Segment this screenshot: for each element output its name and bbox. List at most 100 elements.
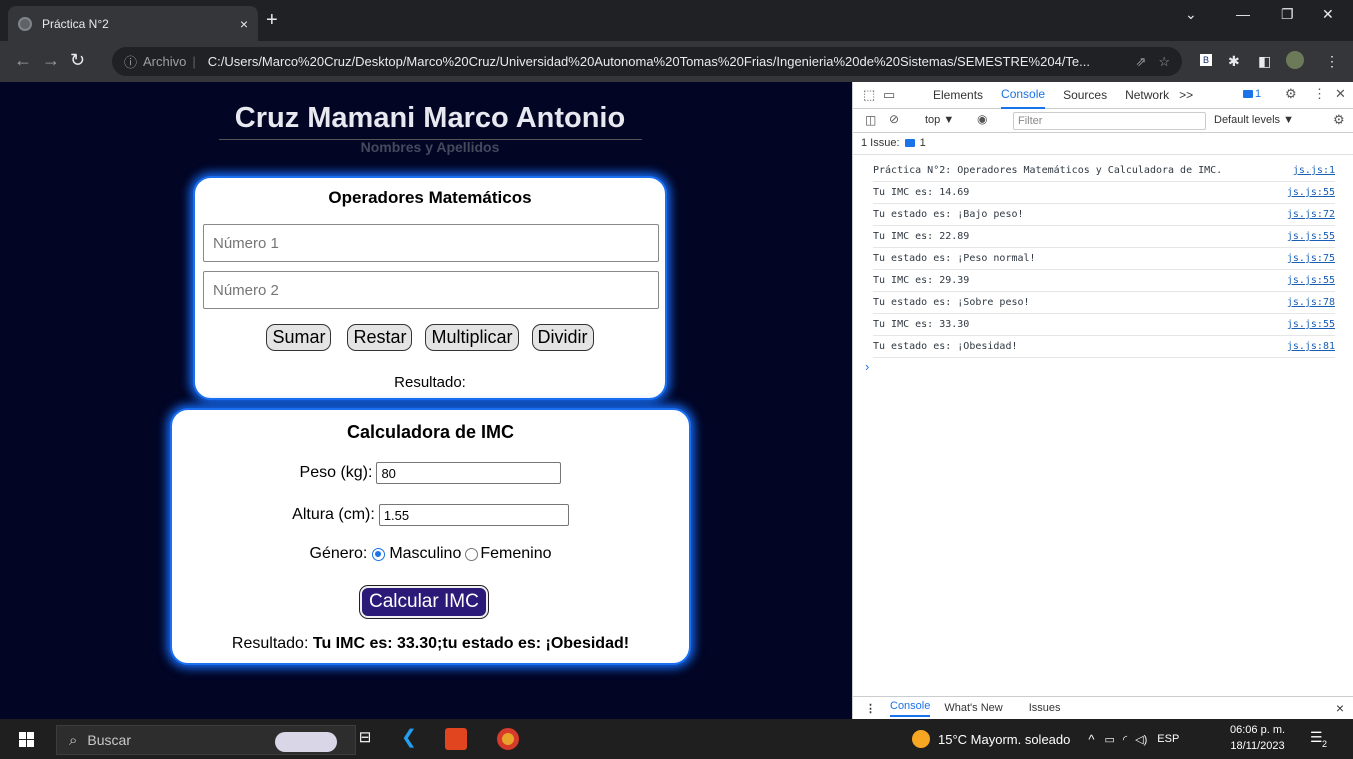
log-source-link[interactable]: js.js:81 xyxy=(1287,341,1335,352)
drawer-tab-whats-new[interactable]: What's New xyxy=(944,702,1002,714)
devtools-tab-console[interactable]: Console xyxy=(1001,81,1046,109)
gender-female-radio[interactable] xyxy=(465,547,479,561)
close-window-icon[interactable]: ✕ xyxy=(1322,6,1334,23)
weight-input[interactable]: 80 xyxy=(376,462,562,484)
share-icon[interactable]: ⇗ xyxy=(1135,54,1146,70)
extension-icon[interactable]: B xyxy=(1200,54,1213,66)
battery-icon[interactable]: ▭ xyxy=(1104,733,1114,746)
subtract-button[interactable]: Restar xyxy=(347,324,413,351)
console-filter-input[interactable]: Filter xyxy=(1013,112,1206,130)
log-source-link[interactable]: js.js:75 xyxy=(1287,253,1335,264)
menu-kebab-icon[interactable]: ⋮ xyxy=(1325,53,1339,70)
windows-taskbar: ⌕ Buscar ⊟ ❮ 15°C Mayorm. soleado ^ ▭ ◜ … xyxy=(0,719,1353,759)
sidebar-toggle-icon[interactable]: ◫ xyxy=(865,113,876,127)
console-settings-icon[interactable]: ⚙ xyxy=(1333,112,1345,128)
vscode-icon[interactable]: ❮ xyxy=(398,726,420,748)
console-log-entry: Tu estado es: ¡Obesidad! js.js:81 xyxy=(873,336,1335,358)
drawer-close-icon[interactable]: × xyxy=(1336,700,1344,716)
devtools-tab-elements[interactable]: Elements xyxy=(933,82,983,108)
weather-text[interactable]: 15°C Mayorm. soleado xyxy=(938,732,1070,747)
gender-female-label: Femenino xyxy=(480,545,552,562)
number2-input[interactable]: Número 2 xyxy=(203,271,659,309)
console-prompt[interactable]: › xyxy=(865,359,869,374)
devtools-menu-icon[interactable]: ⋮ xyxy=(1313,86,1326,102)
windows-start-icon[interactable] xyxy=(19,732,34,747)
weather-icon[interactable] xyxy=(912,730,930,748)
address-bar[interactable]: ⓘ Archivo | C:/Users/Marco%20Cruz/Deskto… xyxy=(112,47,1182,76)
console-log-entry: Tu IMC es: 29.39 js.js:55 xyxy=(873,270,1335,292)
search-icon: ⌕ xyxy=(69,731,78,749)
console-filter-bar: ◫ ⊘ top ▼ ◉ Filter Default levels ▼ ⚙ xyxy=(853,109,1353,133)
notification-icon[interactable]: ☰ xyxy=(1310,729,1323,746)
tab-close-button[interactable]: × xyxy=(240,16,248,32)
device-toolbar-icon[interactable]: ▭ xyxy=(883,87,895,103)
devtools-close-icon[interactable]: ✕ xyxy=(1335,86,1346,102)
gender-male-radio[interactable] xyxy=(372,547,386,561)
console-log-entry: Tu IMC es: 14.69 js.js:55 xyxy=(873,182,1335,204)
imc-result: Resultado: Tu IMC es: 33.30;tu estado es… xyxy=(172,635,689,653)
globe-icon xyxy=(18,16,32,31)
browser-toolbar: ← → ↻ ⓘ Archivo | C:/Users/Marco%20Cruz/… xyxy=(0,41,1353,82)
new-tab-button[interactable]: + xyxy=(266,9,278,32)
task-view-icon[interactable]: ⊟ xyxy=(354,728,376,750)
live-expression-eye-icon[interactable]: ◉ xyxy=(977,112,987,126)
minimize-icon[interactable]: — xyxy=(1236,6,1250,22)
restore-icon[interactable]: ❐ xyxy=(1281,6,1294,23)
reload-icon[interactable]: ↻ xyxy=(70,50,85,71)
devtools-tab-sources[interactable]: Sources xyxy=(1063,82,1107,108)
devtools-more-tabs[interactable]: >> xyxy=(1179,82,1193,108)
imc-result-label: Resultado: xyxy=(231,635,309,652)
log-source-link[interactable]: js.js:1 xyxy=(1293,165,1335,176)
extensions-puzzle-icon[interactable]: ✱ xyxy=(1228,53,1240,70)
log-source-link[interactable]: js.js:72 xyxy=(1287,209,1335,220)
side-panel-icon[interactable]: ◧ xyxy=(1258,53,1271,70)
search-highlight-image xyxy=(275,732,337,752)
multiply-button[interactable]: Multiplicar xyxy=(425,324,519,351)
office-app-icon[interactable] xyxy=(445,728,467,750)
console-log-entry: Tu estado es: ¡Peso normal! js.js:75 xyxy=(873,248,1335,270)
calculate-imc-button[interactable]: Calcular IMC xyxy=(359,585,489,619)
show-hidden-icons-icon[interactable]: ^ xyxy=(1088,732,1094,747)
forward-icon[interactable]: → xyxy=(42,50,60,71)
drawer-menu-icon[interactable]: ⋮ xyxy=(865,702,876,715)
devtools-tab-network[interactable]: Network xyxy=(1125,82,1169,108)
page-subtitle: Nombres y Apellidos xyxy=(360,139,500,155)
clear-console-icon[interactable]: ⊘ xyxy=(889,112,899,126)
sum-button[interactable]: Sumar xyxy=(266,324,332,351)
issues-badge[interactable]: 1 xyxy=(1241,88,1261,100)
log-source-link[interactable]: js.js:78 xyxy=(1287,297,1335,308)
drawer-tab-console[interactable]: Console xyxy=(890,700,931,717)
profile-avatar[interactable] xyxy=(1286,51,1304,69)
inspect-element-icon[interactable]: ⬚ xyxy=(863,87,875,103)
taskbar-clock[interactable]: 06:06 p. m. 18/11/2023 xyxy=(1230,722,1285,754)
web-page: Cruz Mamani Marco Antonio Nombres y Apel… xyxy=(0,82,852,719)
number1-input[interactable]: Número 1 xyxy=(203,224,659,262)
wifi-icon[interactable]: ◜ xyxy=(1123,733,1127,746)
chrome-icon[interactable] xyxy=(497,728,519,750)
info-icon[interactable]: ⓘ xyxy=(124,52,137,71)
volume-icon[interactable]: ◁) xyxy=(1135,733,1147,746)
bookmark-star-icon[interactable]: ☆ xyxy=(1158,54,1170,70)
imc-calculator-card: Calculadora de IMC Peso (kg): 80 Altura … xyxy=(170,408,691,665)
weight-label: Peso (kg): xyxy=(299,464,373,481)
browser-tab[interactable]: Práctica N°2 × xyxy=(8,6,258,41)
log-levels-dropdown[interactable]: Default levels ▼ xyxy=(1214,114,1294,126)
console-log-entry: Tu estado es: ¡Sobre peso! js.js:78 xyxy=(873,292,1335,314)
taskbar-search-box[interactable]: ⌕ Buscar xyxy=(56,725,356,755)
url-text[interactable]: C:/Users/Marco%20Cruz/Desktop/Marco%20Cr… xyxy=(208,54,1128,69)
language-indicator[interactable]: ESP xyxy=(1157,733,1179,745)
divide-button[interactable]: Dividir xyxy=(531,324,594,351)
log-source-link[interactable]: js.js:55 xyxy=(1287,187,1335,198)
issues-bar[interactable]: 1 Issue: 1 xyxy=(853,133,1353,155)
back-icon[interactable]: ← xyxy=(14,50,32,71)
log-source-link[interactable]: js.js:55 xyxy=(1287,319,1335,330)
log-source-link[interactable]: js.js:55 xyxy=(1287,275,1335,286)
height-input[interactable]: 1.55 xyxy=(378,504,569,526)
log-message: Práctica N°2: Operadores Matemáticos y C… xyxy=(873,165,1223,176)
log-source-link[interactable]: js.js:55 xyxy=(1287,231,1335,242)
settings-gear-icon[interactable]: ⚙ xyxy=(1285,86,1297,102)
context-selector[interactable]: top ▼ xyxy=(925,114,954,126)
tab-search-chevron-icon[interactable]: ⌄ xyxy=(1185,6,1197,23)
log-message: Tu IMC es: 14.69 xyxy=(873,187,970,198)
drawer-tab-issues[interactable]: Issues xyxy=(1029,702,1061,714)
